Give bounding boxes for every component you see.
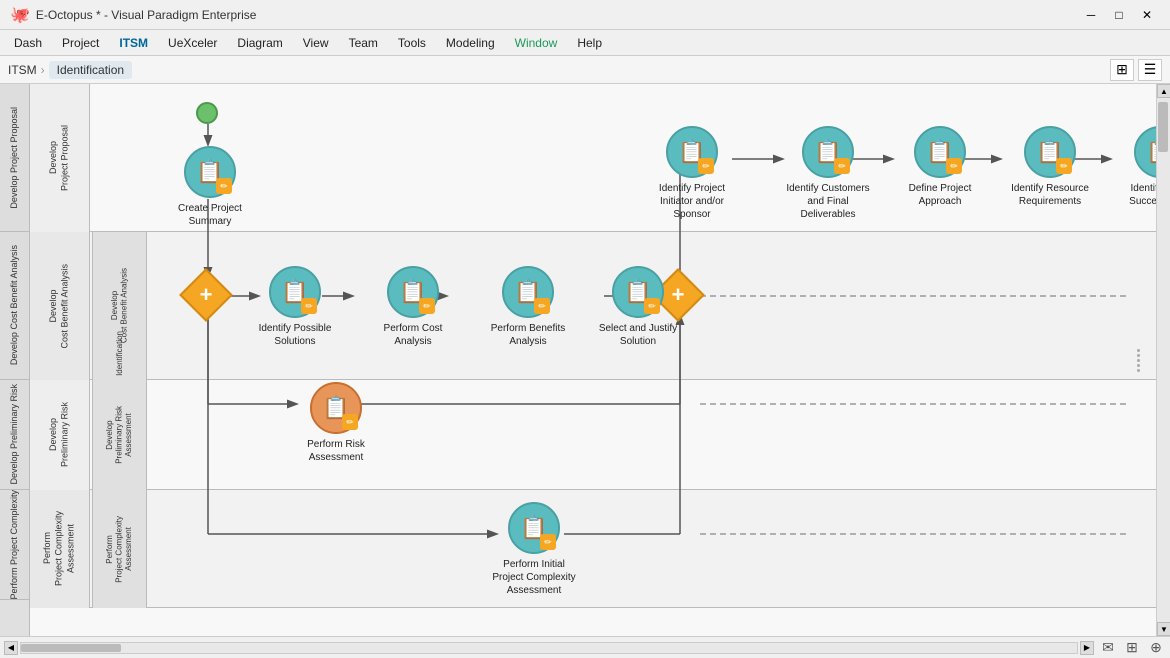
menu-tools[interactable]: Tools (388, 33, 436, 53)
task-perform-risk-assessment[interactable]: 📋 ✏ Perform Risk Assessment (296, 382, 376, 464)
vertical-scrollbar[interactable]: ▲ ▼ (1156, 84, 1170, 636)
sidebar-tab-project-complexity[interactable]: Perform Project Complexity (0, 490, 30, 600)
vscroll-thumb[interactable] (1158, 102, 1168, 152)
hscroll-thumb[interactable] (21, 644, 121, 652)
task-perform-benefits-analysis[interactable]: 📋 ✏ Perform Benefits Analysis (488, 266, 568, 348)
hscroll-right-button[interactable]: ▶ (1080, 641, 1094, 655)
task-identify-resource[interactable]: 📋 ✏ Identify Resource Requirements (1010, 126, 1090, 208)
breadcrumb-parent[interactable]: ITSM (8, 63, 37, 77)
menu-team[interactable]: Team (339, 33, 388, 53)
task-identify-project-initiator-label: Identify Project Initiator and/or Sponso… (650, 182, 735, 221)
app-title: E-Octopus * - Visual Paradigm Enterprise (36, 8, 1078, 22)
sidebar-tab-develop-project[interactable]: Develop Project Proposal (0, 84, 30, 232)
vscroll-track[interactable] (1157, 98, 1170, 622)
menu-window[interactable]: Window (505, 33, 568, 53)
main-area: Develop Project Proposal Develop Cost Be… (0, 84, 1170, 636)
menu-project[interactable]: Project (52, 33, 109, 53)
bottom-bar: ◀ ▶ ✉ ⊞ ⊕ (0, 636, 1170, 658)
vscroll-down-button[interactable]: ▼ (1157, 622, 1170, 636)
navigate-icon[interactable]: ✉ (1098, 639, 1118, 657)
task-perform-initial-project-label: Perform Initial Project Complexity Asses… (492, 558, 577, 597)
breadcrumb-icons: ⊞ ☰ (1110, 59, 1162, 81)
task-identify-possible-solutions-label: Identify Possible Solutions (255, 322, 335, 348)
minimize-button[interactable]: ─ (1078, 6, 1104, 24)
grid-view-button[interactable]: ⊞ (1110, 59, 1134, 81)
task-perform-cost-analysis-label: Perform Cost Analysis (373, 322, 453, 348)
task-identify-customers[interactable]: 📋 ✏ Identify Customers and Final Deliver… (788, 126, 868, 221)
lane-inner-label-preliminary-risk: DevelopPreliminary RiskAssessment (92, 380, 147, 490)
hscroll-track[interactable] (20, 642, 1078, 654)
menu-help[interactable]: Help (567, 33, 612, 53)
lane-inner-label-complexity: PerformProject ComplexityAssessment (92, 490, 147, 608)
diagram-canvas[interactable]: DevelopProject Proposal DevelopCost Bene… (30, 84, 1156, 636)
gateway-2-plus: + (659, 276, 697, 314)
task-identify-possible-solutions[interactable]: 📋 ✏ Identify Possible Solutions (255, 266, 335, 348)
close-button[interactable]: ✕ (1134, 6, 1160, 24)
task-identify-resource-label: Identify Resource Requirements (1009, 182, 1091, 208)
list-view-button[interactable]: ☰ (1138, 59, 1162, 81)
window-controls: ─ □ ✕ (1078, 6, 1160, 24)
sidebar-tab-cost-benefit[interactable]: Develop Cost Benefit Analysis (0, 232, 30, 380)
bottom-right-icons: ✉ ⊞ ⊕ (1098, 639, 1166, 657)
breadcrumb: ITSM › Identification ⊞ ☰ (0, 56, 1170, 84)
menu-diagram[interactable]: Diagram (227, 33, 292, 53)
menu-uexceler[interactable]: UeXceler (158, 33, 227, 53)
task-perform-benefits-analysis-label: Perform Benefits Analysis (488, 322, 568, 348)
layout-icon[interactable]: ⊞ (1122, 639, 1142, 657)
vscroll-up-button[interactable]: ▲ (1157, 84, 1170, 98)
hscroll-left-button[interactable]: ◀ (4, 641, 18, 655)
sidebar-tab-preliminary-risk[interactable]: Develop Preliminary Risk (0, 380, 30, 490)
vertical-separator (1135, 84, 1142, 636)
breadcrumb-current: Identification (49, 61, 132, 79)
expand-icon[interactable]: ⊕ (1146, 639, 1166, 657)
task-create-project-summary-label: Create Project Summary (170, 202, 250, 228)
task-perform-risk-assessment-label: Perform Risk Assessment (296, 438, 376, 464)
titlebar: 🐙 E-Octopus * - Visual Paradigm Enterpri… (0, 0, 1170, 30)
task-perform-initial-project[interactable]: 📋 ✏ Perform Initial Project Complexity A… (494, 502, 574, 597)
lane-inner-label-identification: Identification (92, 232, 147, 380)
menu-view[interactable]: View (293, 33, 339, 53)
task-create-project-summary[interactable]: 📋 ✏ Create Project Summary (170, 146, 250, 228)
task-identify-project-initiator[interactable]: 📋 ✏ Identify Project Initiator and/or Sp… (652, 126, 732, 221)
breadcrumb-separator: › (41, 63, 45, 77)
menu-modeling[interactable]: Modeling (436, 33, 505, 53)
gateway-1-plus: + (187, 276, 225, 314)
app-logo: 🐙 (10, 5, 30, 25)
menu-dash[interactable]: Dash (4, 33, 52, 53)
maximize-button[interactable]: □ (1106, 6, 1132, 24)
task-select-justify-label: Select and Justify Solution (598, 322, 678, 348)
task-define-project-approach-label: Define Project Approach (900, 182, 980, 208)
start-event (196, 102, 218, 124)
task-perform-cost-analysis[interactable]: 📋 ✏ Perform Cost Analysis (373, 266, 453, 348)
menubar: Dash Project ITSM UeXceler Diagram View … (0, 30, 1170, 56)
task-define-project-approach[interactable]: 📋 ✏ Define Project Approach (900, 126, 980, 208)
task-identify-customers-label: Identify Customers and Final Deliverable… (786, 182, 871, 221)
sidebar: Develop Project Proposal Develop Cost Be… (0, 84, 30, 636)
menu-itsm[interactable]: ITSM (109, 33, 158, 53)
